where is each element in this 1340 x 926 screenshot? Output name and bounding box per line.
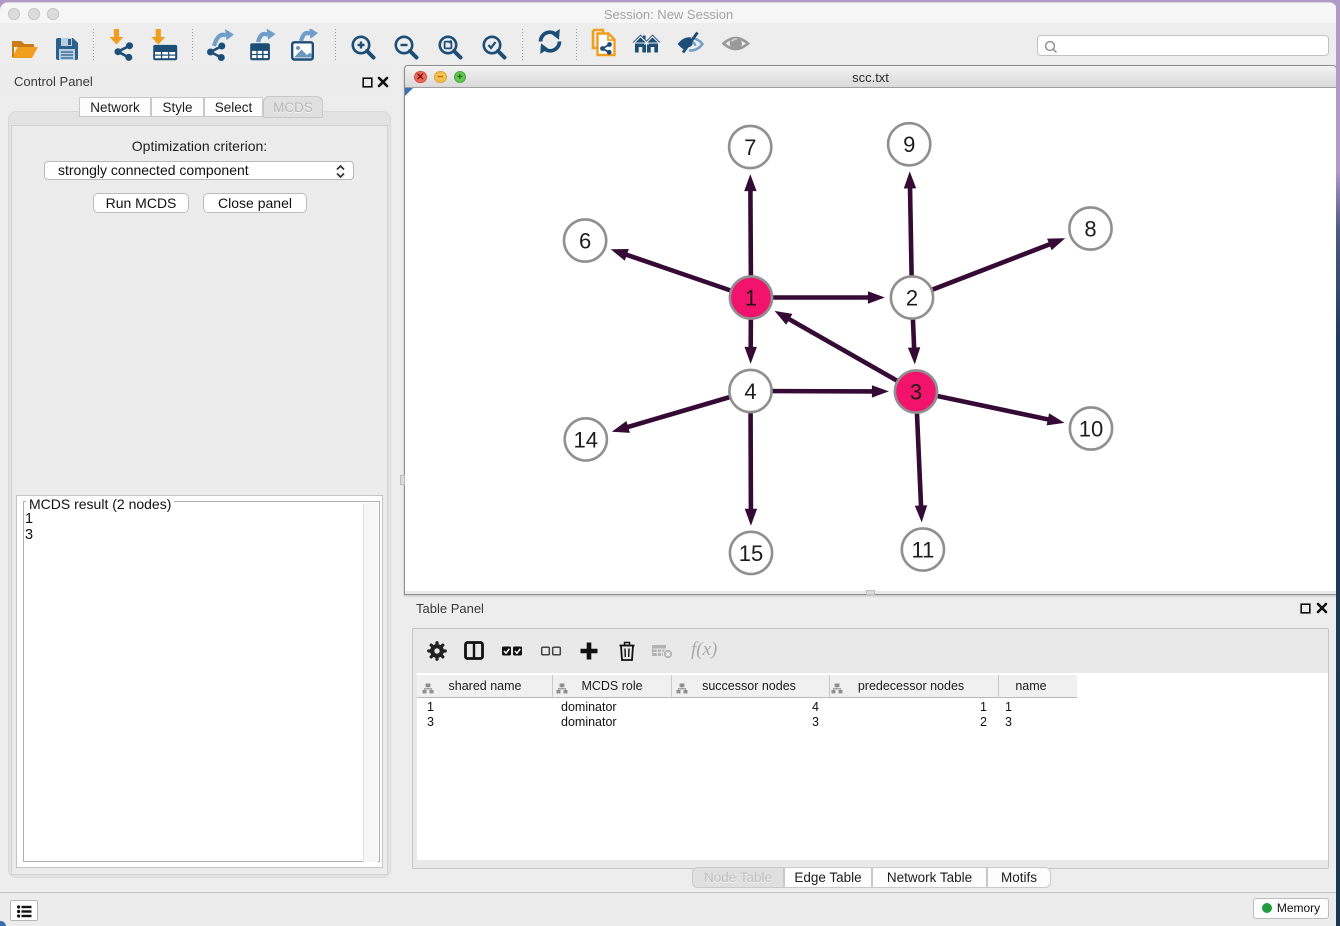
svg-text:15: 15 [739, 541, 763, 566]
svg-text:4: 4 [744, 379, 756, 404]
svg-text:2: 2 [906, 285, 918, 310]
svg-text:10: 10 [1079, 416, 1103, 441]
svg-text:9: 9 [903, 132, 915, 157]
svg-text:8: 8 [1084, 216, 1096, 241]
svg-text:7: 7 [744, 135, 756, 160]
svg-text:6: 6 [579, 228, 591, 253]
svg-text:3: 3 [910, 379, 922, 404]
svg-text:14: 14 [574, 427, 598, 452]
svg-text:1: 1 [745, 285, 757, 310]
svg-text:11: 11 [911, 537, 934, 562]
